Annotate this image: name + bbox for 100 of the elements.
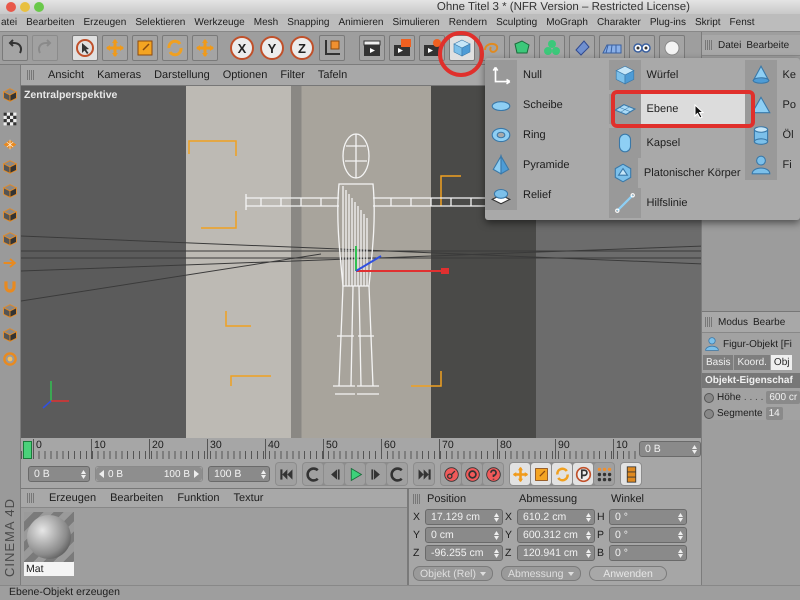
- section-header: Objekt-Eigenschaf: [702, 373, 800, 388]
- menu-item[interactable]: Pyramide: [485, 150, 609, 180]
- menu-item[interactable]: Kapsel: [608, 128, 745, 158]
- menu-item[interactable]: Darstellung: [154, 69, 210, 81]
- menu-item[interactable]: Filter: [280, 69, 305, 81]
- menu-item[interactable]: Relief: [485, 180, 609, 210]
- autokey-button[interactable]: [462, 463, 482, 485]
- tab[interactable]: Obj: [770, 355, 792, 370]
- menu-item[interactable]: Ebene: [608, 94, 745, 124]
- menu-item[interactable]: Hilfslinie: [608, 188, 745, 218]
- menu-item[interactable]: Fenst: [730, 17, 755, 28]
- grip-handle[interactable]: [705, 40, 713, 50]
- step-forward-button[interactable]: [366, 463, 386, 485]
- rotate-icon: [554, 466, 570, 482]
- dots-grid-icon: [596, 466, 612, 482]
- grip-handle[interactable]: [27, 70, 35, 80]
- move-icon: [195, 38, 215, 58]
- spinner-icon: [494, 548, 499, 558]
- menu-item[interactable]: Scheibe: [485, 90, 609, 120]
- menu-item[interactable]: Selektieren: [135, 17, 186, 28]
- menu-item[interactable]: Bearbeiten: [26, 17, 74, 28]
- skip-back-button[interactable]: [276, 463, 296, 485]
- tab[interactable]: Koord.: [734, 355, 770, 370]
- tab[interactable]: Basis: [703, 355, 734, 370]
- menu-item[interactable]: Bearbe: [753, 316, 786, 328]
- column-header: Abmessung: [519, 493, 578, 505]
- question-icon: [484, 466, 502, 482]
- menu-item[interactable]: Ring: [485, 120, 609, 150]
- axis-lock-button[interactable]: Z: [290, 36, 314, 60]
- menu-item[interactable]: Kameras: [97, 69, 142, 81]
- axis-label: H: [597, 511, 606, 523]
- menu-item[interactable]: Skript: [694, 17, 721, 28]
- menu-item[interactable]: Optionen: [222, 69, 268, 81]
- step-back-button[interactable]: [324, 463, 344, 485]
- axis-label: P: [597, 529, 606, 541]
- frame-label: 30: [207, 439, 265, 459]
- move-tool-button[interactable]: [192, 35, 218, 61]
- timeline-ruler[interactable]: 0 10 20 30 40 50 60 70 80 90 10: [21, 439, 636, 459]
- clapperboard-icon: [422, 38, 442, 58]
- menu-item[interactable]: Ansicht: [48, 69, 84, 81]
- axis-lock-button[interactable]: X: [230, 36, 254, 60]
- menu-item[interactable]: Sculpting: [496, 17, 538, 28]
- clapperboard-tool-button[interactable]: [389, 35, 415, 61]
- point-level-button[interactable]: [594, 463, 614, 485]
- axis-lock-button[interactable]: Y: [260, 36, 284, 60]
- menu-item[interactable]: atei: [1, 17, 18, 28]
- cursor-tool-button[interactable]: [72, 35, 98, 61]
- menu-item[interactable]: Mesh: [254, 17, 278, 28]
- keyframe-help-button[interactable]: [483, 463, 503, 485]
- menu-item[interactable]: Erzeugen: [84, 17, 126, 28]
- frame-label: 60: [381, 439, 439, 459]
- parameter-key-button[interactable]: [573, 463, 593, 485]
- cube-tool-button[interactable]: [449, 35, 475, 61]
- grip-handle[interactable]: [413, 494, 421, 504]
- menu-item[interactable]: Animieren: [338, 17, 384, 28]
- loop-forward-button[interactable]: [387, 463, 407, 485]
- menu-item[interactable]: Charakter: [596, 17, 641, 28]
- loop-back-button[interactable]: [303, 463, 323, 485]
- menu-item[interactable]: Datei: [718, 40, 742, 50]
- menu-item[interactable]: Würfel: [608, 60, 745, 90]
- menu-item[interactable]: Textur: [234, 492, 264, 504]
- key-icon: [442, 466, 460, 482]
- keyframe-radio[interactable]: [704, 392, 714, 402]
- window-close-button[interactable]: [6, 2, 16, 12]
- skip-forward-button[interactable]: [414, 463, 434, 485]
- menu-item[interactable]: Simulieren: [392, 17, 440, 28]
- keyframe-radio[interactable]: [704, 408, 714, 418]
- menu-item[interactable]: Bearbeiten: [110, 492, 164, 504]
- frame-label: 10: [91, 439, 149, 459]
- menu-item[interactable]: Funktion: [177, 492, 220, 504]
- menu-item[interactable]: Werkzeuge: [194, 17, 245, 28]
- menu-item[interactable]: Tafeln: [318, 69, 348, 81]
- rotate-tool-button[interactable]: [162, 35, 188, 61]
- light-bulb-icon: [662, 38, 682, 58]
- grip-handle[interactable]: [705, 317, 713, 327]
- scale-key-button[interactable]: [531, 463, 551, 485]
- menu-item[interactable]: Modus: [718, 316, 748, 328]
- scale-tool-button[interactable]: [132, 35, 158, 61]
- clapperboard-tool-button[interactable]: [359, 35, 385, 61]
- rotate-icon: [165, 38, 185, 58]
- timeline-button[interactable]: [621, 463, 641, 485]
- clapperboard-icon: [362, 38, 382, 58]
- menu-item[interactable]: Erzeugen: [49, 492, 96, 504]
- undo-tool-button[interactable]: [2, 35, 28, 61]
- record-key-button[interactable]: [441, 463, 461, 485]
- axis-tool-button[interactable]: [319, 35, 345, 61]
- axis-label: Z: [505, 547, 512, 559]
- menu-item[interactable]: Snapping: [287, 17, 330, 28]
- menu-item[interactable]: Rendern: [448, 17, 488, 28]
- field-label: Segmente: [717, 408, 763, 419]
- play-button[interactable]: [345, 463, 365, 485]
- menu-item[interactable]: Platonischer Körper: [608, 158, 745, 188]
- material-preview[interactable]: [24, 512, 74, 562]
- menu-item[interactable]: MoGraph: [546, 17, 588, 28]
- cube-icon: [614, 64, 636, 86]
- menu-item[interactable]: Null: [485, 60, 609, 90]
- menu-item[interactable]: Bearbeite: [746, 40, 790, 50]
- grip-handle[interactable]: [27, 493, 35, 503]
- playhead[interactable]: [23, 441, 32, 459]
- menu-item[interactable]: Plug-ins: [650, 17, 686, 28]
